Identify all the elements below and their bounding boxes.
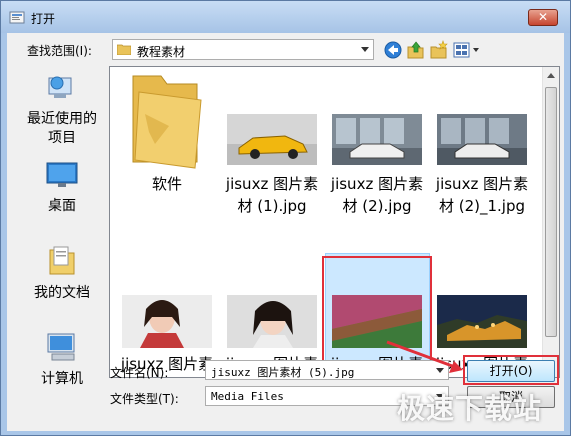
- close-button[interactable]: ✕: [528, 9, 558, 26]
- dialog-body: 查找范围(I): 教程素材 最近使用的 项目 桌面 我的文档 计算机 软件 ji…: [7, 33, 564, 431]
- window-title: 打开: [31, 12, 56, 26]
- title-bar: 打开 ✕: [1, 1, 570, 33]
- app-icon: [9, 11, 25, 24]
- watermark: 极速下载站: [397, 392, 543, 425]
- open-file-dialog: 打开 ✕ 查找范围(I): 教程素材 最近使用的 项目 桌面 我的文档 计算机 …: [0, 0, 571, 436]
- annotation-arrow-icon: [386, 340, 463, 373]
